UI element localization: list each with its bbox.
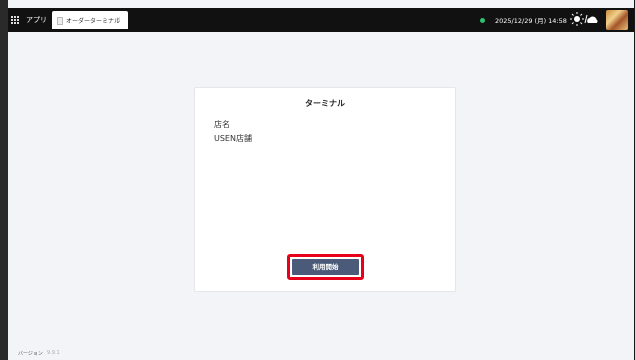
- app-grid-icon[interactable]: [11, 16, 20, 24]
- card-title: ターミナル: [305, 99, 345, 108]
- top-bar: アプリ オーダーターミナル × 2025/12/29 (月) 14:58: [8, 8, 634, 32]
- sun-cloud-icon: [570, 12, 598, 26]
- window-edge: [0, 0, 8, 360]
- avatar[interactable]: [606, 10, 628, 30]
- document-icon: [57, 17, 63, 25]
- store-name-value: USEN店舗: [214, 134, 252, 143]
- store-name-label: 店名: [214, 120, 230, 129]
- start-button[interactable]: 利用開始: [292, 259, 359, 275]
- status-indicator: [480, 18, 485, 23]
- apps-label[interactable]: アプリ: [26, 15, 47, 25]
- datetime-display: 2025/12/29 (月) 14:58: [495, 17, 567, 25]
- version-value: 9.9.1: [47, 350, 60, 356]
- tab-order-terminal[interactable]: オーダーターミナル ×: [52, 11, 128, 29]
- close-icon[interactable]: ×: [116, 16, 121, 23]
- app-screen: アプリ オーダーターミナル × 2025/12/29 (月) 14:58 ターミ…: [0, 0, 634, 360]
- terminal-card: ターミナル 店名 USEN店舗 利用開始: [194, 87, 456, 292]
- version-label: バージョン: [18, 351, 43, 357]
- tab-label: オーダーターミナル: [66, 18, 121, 25]
